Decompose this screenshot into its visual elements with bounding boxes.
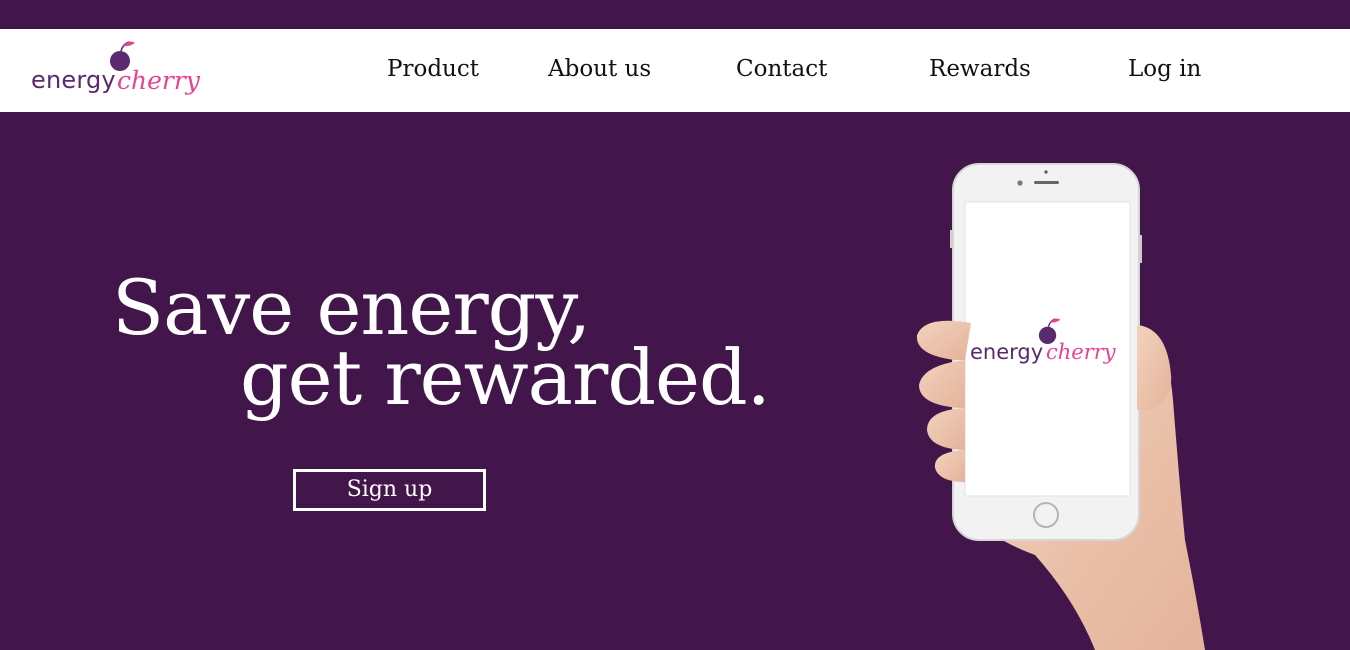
logo-text-cherry: cherry (117, 66, 200, 95)
nav-log-in[interactable]: Log in (1128, 56, 1201, 82)
nav-about-us[interactable]: About us (548, 56, 651, 82)
sign-up-button[interactable]: Sign up (293, 469, 486, 511)
nav-contact[interactable]: Contact (736, 56, 827, 82)
nav-rewards[interactable]: Rewards (929, 56, 1031, 82)
nav-product[interactable]: Product (387, 56, 479, 82)
logo[interactable]: energy cherry (31, 39, 206, 101)
phone-screen-logo: energy cherry (970, 318, 1130, 378)
phone-logo-text-energy: energy (970, 340, 1044, 364)
hero-heading-line-2: get rewarded. (240, 333, 771, 422)
top-strip (0, 0, 1350, 29)
phone-in-hand-image (916, 163, 1205, 650)
logo-text-energy: energy (31, 66, 116, 94)
phone-logo-text-cherry: cherry (1046, 340, 1116, 364)
navigation-bar: energy cherry Product About us Contact R… (0, 29, 1350, 112)
